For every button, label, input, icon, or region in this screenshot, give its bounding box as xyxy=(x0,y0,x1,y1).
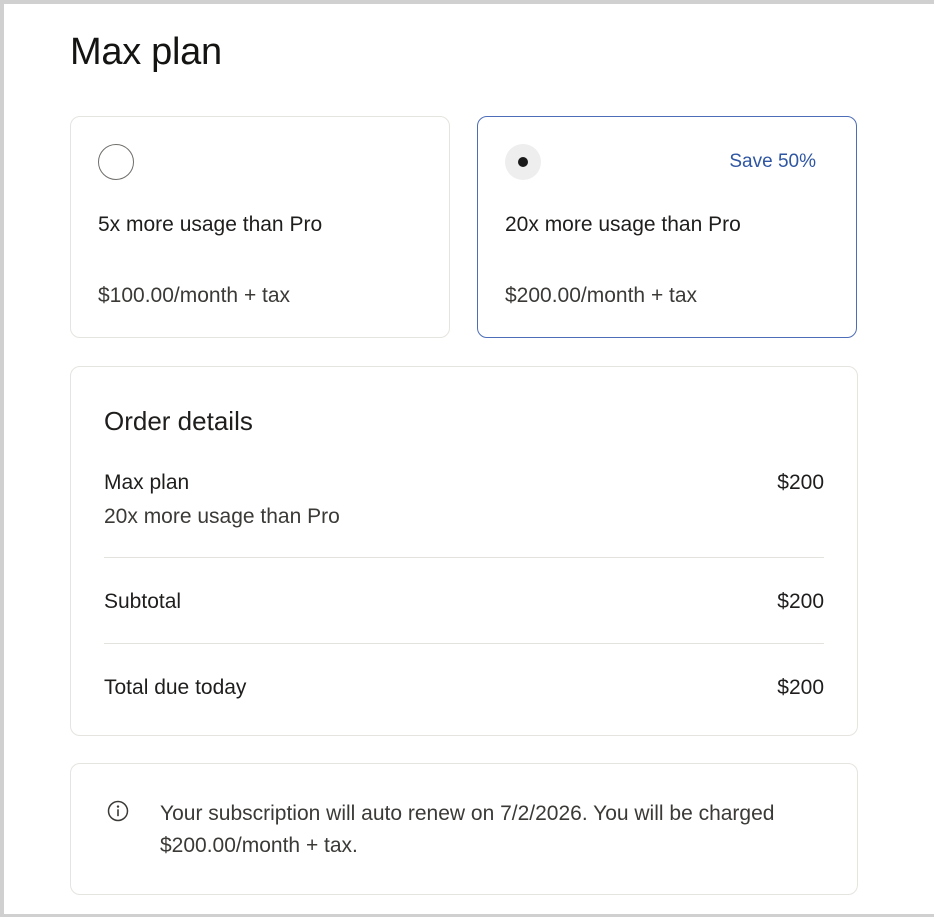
plan-price: $200.00/month + tax xyxy=(505,284,698,307)
plan-option-20x[interactable]: Save 50% 20x more usage than Pro $200.00… xyxy=(477,116,857,338)
order-item-name: Max plan xyxy=(104,471,190,494)
plan-price: $100.00/month + tax xyxy=(98,284,291,307)
subtotal-value: $200 xyxy=(777,590,824,613)
subtotal-label: Subtotal xyxy=(104,590,182,613)
plan-usage-label: 20x more usage than Pro xyxy=(505,213,741,236)
order-details-title: Order details xyxy=(104,406,253,436)
radio-dot xyxy=(518,157,528,167)
divider xyxy=(104,643,824,644)
total-due-value: $200 xyxy=(777,676,824,699)
save-badge: Save 50% xyxy=(729,151,816,172)
page-title: Max plan xyxy=(70,31,222,73)
total-due-label: Total due today xyxy=(104,676,247,699)
info-icon xyxy=(107,800,129,822)
renewal-notice-text: Your subscription will auto renew on 7/2… xyxy=(160,802,775,857)
order-item-price: $200 xyxy=(777,471,824,494)
radio-unselected[interactable] xyxy=(98,144,134,180)
divider xyxy=(104,557,824,558)
plan-usage-label: 5x more usage than Pro xyxy=(98,213,323,236)
order-item-description: 20x more usage than Pro xyxy=(104,505,340,528)
renewal-notice: Your subscription will auto renew on 7/2… xyxy=(70,763,858,895)
plan-option-5x[interactable]: 5x more usage than Pro $100.00/month + t… xyxy=(70,116,450,338)
order-details-panel: Order details Max plan $200 20x more usa… xyxy=(70,366,858,736)
radio-selected[interactable] xyxy=(505,144,541,180)
